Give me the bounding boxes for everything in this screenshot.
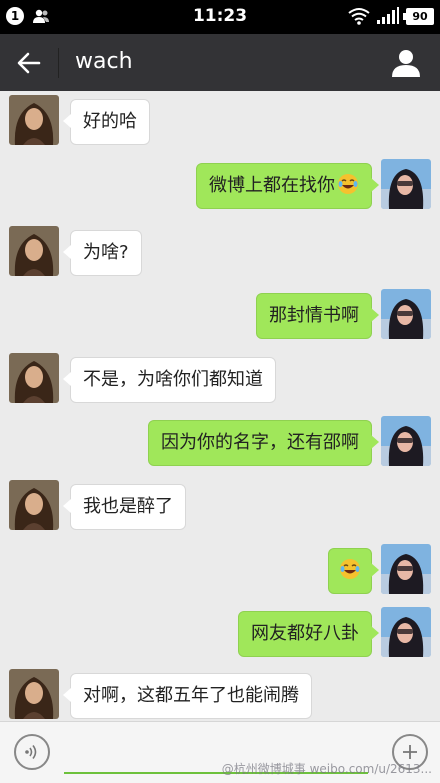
message-text: 微博上都在找你: [209, 175, 335, 196]
signal-icon: [377, 7, 399, 24]
status-right: 90: [348, 7, 434, 25]
laughing-tears-emoji-icon: [340, 559, 360, 579]
message-bubble[interactable]: 好的哈: [63, 99, 150, 145]
voice-input-button[interactable]: [14, 734, 50, 770]
message-bubble[interactable]: 那封情书啊: [256, 293, 379, 339]
my-avatar[interactable]: [381, 544, 431, 594]
message-bubble[interactable]: 不是，为啥你们都知道: [63, 357, 276, 403]
message-bubble[interactable]: 我也是醉了: [63, 484, 186, 530]
message-bubble[interactable]: [328, 548, 379, 594]
message-bubble[interactable]: 为啥?: [63, 230, 142, 276]
my-avatar[interactable]: [381, 159, 431, 209]
message-text: 为啥?: [83, 242, 129, 263]
profile-button[interactable]: [390, 47, 422, 79]
message-list[interactable]: 好的哈 微博上都在找你 为啥? 那封情书啊 不是，为啥你们都知道 因为你的名字，…: [0, 91, 440, 721]
contact-avatar[interactable]: [9, 95, 59, 145]
chat-header: wach: [0, 34, 440, 91]
message-text: 网友都好八卦: [251, 623, 359, 644]
message-bubble[interactable]: 对啊，这都五年了也能闹腾: [63, 673, 312, 719]
my-avatar[interactable]: [381, 289, 431, 339]
laughing-tears-emoji-icon: [338, 174, 358, 194]
battery-icon: 90: [403, 7, 434, 25]
plus-icon: [403, 745, 417, 759]
voice-icon: [25, 745, 37, 759]
back-button[interactable]: [12, 48, 46, 78]
input-bar: @杭州微博城事 weibo.com/u/2613...: [0, 721, 440, 783]
message-bubble[interactable]: 因为你的名字，还有邵啊: [148, 420, 379, 466]
message-bubble[interactable]: 网友都好八卦: [238, 611, 379, 657]
status-bar: 1 11:23 90: [0, 0, 440, 34]
wifi-icon: [348, 8, 370, 25]
contact-avatar[interactable]: [9, 353, 59, 403]
message-text: 好的哈: [83, 111, 137, 132]
contact-avatar[interactable]: [9, 669, 59, 719]
message-text: 因为你的名字，还有邵啊: [161, 432, 359, 453]
message-text: 我也是醉了: [83, 496, 173, 517]
title-divider: [58, 48, 59, 78]
contact-avatar[interactable]: [9, 480, 59, 530]
message-bubble[interactable]: 微博上都在找你: [196, 163, 379, 209]
my-avatar[interactable]: [381, 607, 431, 657]
my-avatar[interactable]: [381, 416, 431, 466]
chat-title: wach: [75, 49, 133, 74]
message-text: 对啊，这都五年了也能闹腾: [83, 685, 299, 706]
watermark: @杭州微博城事 weibo.com/u/2613...: [221, 762, 432, 776]
message-text: 不是，为啥你们都知道: [83, 369, 263, 390]
back-arrow-icon: [17, 52, 41, 74]
contact-avatar[interactable]: [9, 226, 59, 276]
message-text: 那封情书啊: [269, 305, 359, 326]
